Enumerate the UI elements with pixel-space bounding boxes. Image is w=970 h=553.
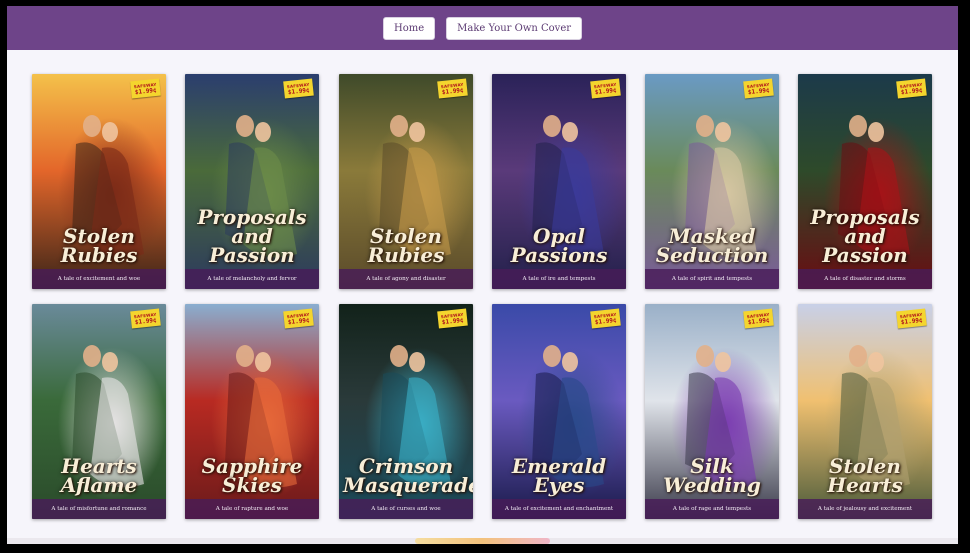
cover-tagline: A tale of agony and disaster — [339, 269, 473, 289]
price-tag-sticker: SAFEWAY $1.99¢ — [743, 308, 774, 329]
book-cover[interactable]: SAFEWAY $1.99¢ Silk Wedding A tale of rage … — [645, 304, 779, 519]
scrollbar-thumb[interactable] — [415, 538, 550, 544]
book-cover[interactable]: SAFEWAY $1.99¢ Stolen Rubies A tale of exci… — [32, 74, 166, 289]
book-cover[interactable]: SAFEWAY $1.99¢ Stolen Rubies A tale of agon… — [339, 74, 473, 289]
cover-tagline: A tale of melancholy and fervor — [185, 269, 319, 289]
make-your-own-cover-button[interactable]: Make Your Own Cover — [446, 16, 583, 40]
price-tag-sticker: SAFEWAY $1.99¢ — [283, 308, 314, 329]
cover-title: Proposals and Passion — [810, 205, 920, 267]
price-tag-amount: $1.99¢ — [134, 86, 157, 96]
price-tag-sticker: SAFEWAY $1.99¢ — [283, 78, 314, 99]
cover-title: Emerald Eyes — [511, 454, 607, 497]
cover-tagline: A tale of misfortune and romance — [32, 499, 166, 519]
cover-tagline: A tale of excitement and enchantment — [492, 499, 626, 519]
cover-tagline: A tale of rage and tempests — [645, 499, 779, 519]
cover-tagline: A tale of curses and woe — [339, 499, 473, 519]
book-cover[interactable]: SAFEWAY $1.99¢ Proposals and Passion A tale… — [798, 74, 932, 289]
book-cover[interactable]: SAFEWAY $1.99¢ Sapphire Skies A tale of rap… — [185, 304, 319, 519]
book-cover[interactable]: SAFEWAY $1.99¢ Crimson Masquerade A tale of… — [339, 304, 473, 519]
price-tag-amount: $1.99¢ — [441, 86, 464, 96]
book-cover[interactable]: SAFEWAY $1.99¢ Stolen Hearts A tale of jeal… — [798, 304, 932, 519]
cover-title: Sapphire Skies — [201, 454, 303, 497]
price-tag-sticker: SAFEWAY $1.99¢ — [590, 78, 621, 99]
cover-title: Masked Seduction — [655, 224, 769, 267]
cover-tagline: A tale of ire and tempests — [492, 269, 626, 289]
price-tag-amount: $1.99¢ — [747, 86, 770, 96]
price-tag-sticker: SAFEWAY $1.99¢ — [130, 308, 161, 329]
cover-title: Stolen Hearts — [827, 454, 903, 497]
cover-title: Silk Wedding — [663, 454, 761, 497]
price-tag-sticker: SAFEWAY $1.99¢ — [896, 308, 927, 329]
cover-tagline: A tale of rapture and woe — [185, 499, 319, 519]
price-tag-amount: $1.99¢ — [900, 86, 923, 96]
price-tag-amount: $1.99¢ — [287, 316, 310, 326]
cover-title: Stolen Rubies — [60, 224, 138, 267]
price-tag-sticker: SAFEWAY $1.99¢ — [896, 78, 927, 99]
price-tag-sticker: SAFEWAY $1.99¢ — [437, 308, 468, 329]
top-navbar: Home Make Your Own Cover — [7, 6, 958, 50]
price-tag-sticker: SAFEWAY $1.99¢ — [130, 78, 161, 99]
price-tag-amount: $1.99¢ — [747, 316, 770, 326]
cover-title: Hearts Aflame — [60, 454, 138, 497]
price-tag-sticker: SAFEWAY $1.99¢ — [437, 78, 468, 99]
cover-tagline: A tale of jealousy and excitement — [798, 499, 932, 519]
cover-tagline: A tale of excitement and woe — [32, 269, 166, 289]
horizontal-scrollbar[interactable] — [7, 538, 958, 544]
cover-title: Opal Passions — [510, 224, 608, 267]
price-tag-amount: $1.99¢ — [441, 316, 464, 326]
price-tag-amount: $1.99¢ — [134, 316, 157, 326]
cover-tagline: A tale of spirit and tempests — [645, 269, 779, 289]
book-cover[interactable]: SAFEWAY $1.99¢ Hearts Aflame A tale of misf… — [32, 304, 166, 519]
book-cover[interactable]: SAFEWAY $1.99¢ Opal Passions A tale of ire … — [492, 74, 626, 289]
book-cover[interactable]: SAFEWAY $1.99¢ Masked Seduction A tale of s… — [645, 74, 779, 289]
cover-title: Stolen Rubies — [367, 224, 445, 267]
price-tag-amount: $1.99¢ — [287, 86, 310, 96]
cover-tagline: A tale of disaster and storms — [798, 269, 932, 289]
price-tag-amount: $1.99¢ — [594, 86, 617, 96]
book-cover[interactable]: SAFEWAY $1.99¢ Emerald Eyes A tale of excit… — [492, 304, 626, 519]
cover-title: Crimson Masquerade — [343, 454, 473, 497]
home-button[interactable]: Home — [382, 16, 436, 40]
price-tag-amount: $1.99¢ — [900, 316, 923, 326]
price-tag-amount: $1.99¢ — [594, 316, 617, 326]
browser-viewport: Home Make Your Own Cover SAFEWAY $1.99¢ St… — [7, 6, 958, 544]
price-tag-sticker: SAFEWAY $1.99¢ — [590, 308, 621, 329]
cover-title: Proposals and Passion — [197, 205, 307, 267]
book-cover[interactable]: SAFEWAY $1.99¢ Proposals and Passion A tale… — [185, 74, 319, 289]
price-tag-sticker: SAFEWAY $1.99¢ — [743, 78, 774, 99]
